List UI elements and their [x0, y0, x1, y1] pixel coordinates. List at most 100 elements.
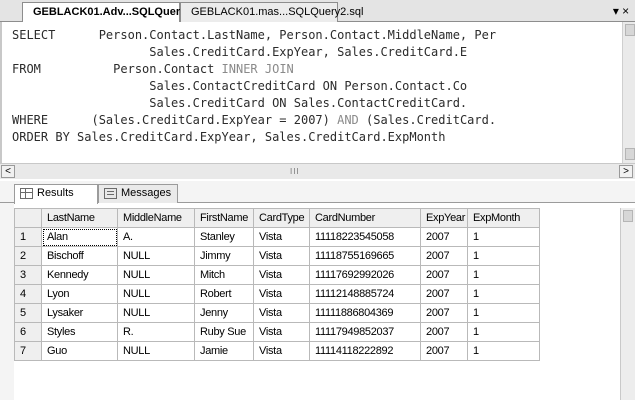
row-number[interactable]: 7	[14, 341, 42, 361]
sql-editor[interactable]: SELECT Person.Contact.LastName, Person.C…	[0, 22, 622, 179]
grid-cell[interactable]: Jenny	[194, 303, 254, 323]
grid-cell[interactable]: NULL	[117, 303, 195, 323]
sql-text: ORDER BY Sales.CreditCard.ExpYear, Sales…	[12, 130, 446, 144]
grid-cell[interactable]: Vista	[253, 284, 310, 304]
column-header[interactable]: MiddleName	[117, 208, 195, 228]
grid-cell[interactable]: Lyon	[41, 284, 118, 304]
grid-cell[interactable]: Vista	[253, 265, 310, 285]
grid-cell[interactable]: 2007	[420, 265, 468, 285]
scroll-thumb[interactable]	[625, 24, 635, 36]
scroll-right-button[interactable]: >	[619, 165, 633, 178]
table-row[interactable]: 1 Alan A. Stanley Vista 11118223545058 2007 1	[14, 227, 540, 247]
tab-messages[interactable]: Messages	[98, 184, 178, 203]
results-pane-gutter	[0, 203, 14, 400]
row-number[interactable]: 1	[14, 227, 42, 247]
grid-cell[interactable]: 1	[467, 303, 540, 323]
grid-cell[interactable]: 1	[467, 341, 540, 361]
grid-cell[interactable]: 11114118222892	[309, 341, 421, 361]
grid-cell[interactable]: NULL	[117, 265, 195, 285]
scroll-left-button[interactable]: <	[1, 165, 15, 178]
grid-cell[interactable]: 1	[467, 265, 540, 285]
grid-cell[interactable]: 11118755169665	[309, 246, 421, 266]
table-row[interactable]: 3 Kennedy NULL Mitch Vista 11117692992026 2007…	[14, 265, 540, 285]
sql-code[interactable]: SELECT Person.Contact.LastName, Person.C…	[12, 27, 496, 146]
grid-cell[interactable]: 2007	[420, 284, 468, 304]
grid-cell[interactable]: Robert	[194, 284, 254, 304]
grid-cell[interactable]: Guo	[41, 341, 118, 361]
grid-cell[interactable]: 1	[467, 322, 540, 342]
scroll-down-icon[interactable]	[625, 148, 635, 160]
row-number-header[interactable]	[14, 208, 42, 228]
grid-cell[interactable]: Vista	[253, 227, 310, 247]
sql-text: Sales.ContactCreditCard ON Person.Contac…	[12, 79, 468, 93]
grid-cell[interactable]: Stanley	[194, 227, 254, 247]
grid-cell[interactable]: Vista	[253, 246, 310, 266]
grid-cell[interactable]: A.	[117, 227, 195, 247]
grid-cell[interactable]: Mitch	[194, 265, 254, 285]
sql-operator: INNER JOIN	[221, 62, 294, 76]
scroll-grip-icon[interactable]: III	[290, 167, 300, 176]
row-number[interactable]: 3	[14, 265, 42, 285]
editor-horizontal-scrollbar[interactable]: < III >	[0, 163, 635, 179]
grid-icon	[20, 188, 33, 199]
editor-vertical-scrollbar[interactable]	[622, 22, 635, 179]
scroll-up-icon[interactable]	[623, 210, 633, 222]
grid-cell[interactable]: NULL	[117, 341, 195, 361]
sql-text: WHERE (Sales.CreditCard.ExpYear = 2007)	[12, 113, 338, 127]
table-row[interactable]: 2 Bischoff NULL Jimmy Vista 11118755169665 200…	[14, 246, 540, 266]
grid-cell[interactable]: Ruby Sue	[194, 322, 254, 342]
column-header[interactable]: ExpYear	[420, 208, 468, 228]
sql-text: (Sales.CreditCard.	[358, 113, 497, 127]
results-grid[interactable]: LastName MiddleName FirstName CardType CardN…	[14, 208, 619, 400]
column-header[interactable]: FirstName	[194, 208, 254, 228]
document-tab-strip: GEBLACK01.Adv...SQLQuery3.sql GEBLACK01.…	[0, 0, 635, 23]
column-header[interactable]: ExpMonth	[467, 208, 540, 228]
grid-cell[interactable]: Vista	[253, 303, 310, 323]
grid-header-row: LastName MiddleName FirstName CardType CardN…	[14, 208, 540, 228]
sql-text: SELECT Person.Contact.LastName, Person.C…	[12, 28, 497, 42]
row-number[interactable]: 2	[14, 246, 42, 266]
dropdown-close-icon[interactable]: ▾ ×	[611, 3, 631, 19]
grid-cell[interactable]: 2007	[420, 246, 468, 266]
row-number[interactable]: 6	[14, 322, 42, 342]
tab-sqlquery2[interactable]: GEBLACK01.mas...SQLQuery2.sql	[180, 2, 363, 22]
table-row[interactable]: 5 Lysaker NULL Jenny Vista 11111886804369 2007…	[14, 303, 540, 323]
grid-vertical-scrollbar[interactable]	[620, 208, 635, 400]
grid-cell[interactable]: Bischoff	[41, 246, 118, 266]
grid-cell[interactable]: 11117692992026	[309, 265, 421, 285]
grid-cell[interactable]: 2007	[420, 341, 468, 361]
table-row[interactable]: 6 Styles R. Ruby Sue Vista 11117949852037 2007…	[14, 322, 540, 342]
row-number[interactable]: 4	[14, 284, 42, 304]
tab-sqlquery3[interactable]: GEBLACK01.Adv...SQLQuery3.sql	[22, 2, 211, 23]
grid-cell[interactable]: 11117949852037	[309, 322, 421, 342]
grid-cell[interactable]: 1	[467, 284, 540, 304]
grid-cell[interactable]: Jamie	[194, 341, 254, 361]
sql-text: Sales.CreditCard.ExpYear, Sales.CreditCa…	[12, 45, 468, 59]
results-tab-strip: Results Messages	[0, 181, 635, 204]
grid-cell[interactable]: 11111886804369	[309, 303, 421, 323]
tab-results[interactable]: Results	[14, 184, 98, 204]
grid-cell[interactable]: NULL	[117, 246, 195, 266]
grid-cell[interactable]: Alan	[41, 227, 118, 247]
table-row[interactable]: 7 Guo NULL Jamie Vista 11114118222892 2007 1	[14, 341, 540, 361]
grid-cell[interactable]: 11118223545058	[309, 227, 421, 247]
grid-cell[interactable]: NULL	[117, 284, 195, 304]
grid-cell[interactable]: Vista	[253, 322, 310, 342]
grid-cell[interactable]: Kennedy	[41, 265, 118, 285]
row-number[interactable]: 5	[14, 303, 42, 323]
grid-cell[interactable]: Vista	[253, 341, 310, 361]
grid-cell[interactable]: R.	[117, 322, 195, 342]
grid-cell[interactable]: Lysaker	[41, 303, 118, 323]
grid-cell[interactable]: 2007	[420, 322, 468, 342]
column-header[interactable]: LastName	[41, 208, 118, 228]
grid-cell[interactable]: 1	[467, 246, 540, 266]
grid-cell[interactable]: Jimmy	[194, 246, 254, 266]
grid-cell[interactable]: Styles	[41, 322, 118, 342]
grid-cell[interactable]: 2007	[420, 227, 468, 247]
column-header[interactable]: CardType	[253, 208, 310, 228]
grid-cell[interactable]: 2007	[420, 303, 468, 323]
table-row[interactable]: 4 Lyon NULL Robert Vista 11112148885724 2007 1	[14, 284, 540, 304]
grid-cell[interactable]: 1	[467, 227, 540, 247]
column-header[interactable]: CardNumber	[309, 208, 421, 228]
grid-cell[interactable]: 11112148885724	[309, 284, 421, 304]
